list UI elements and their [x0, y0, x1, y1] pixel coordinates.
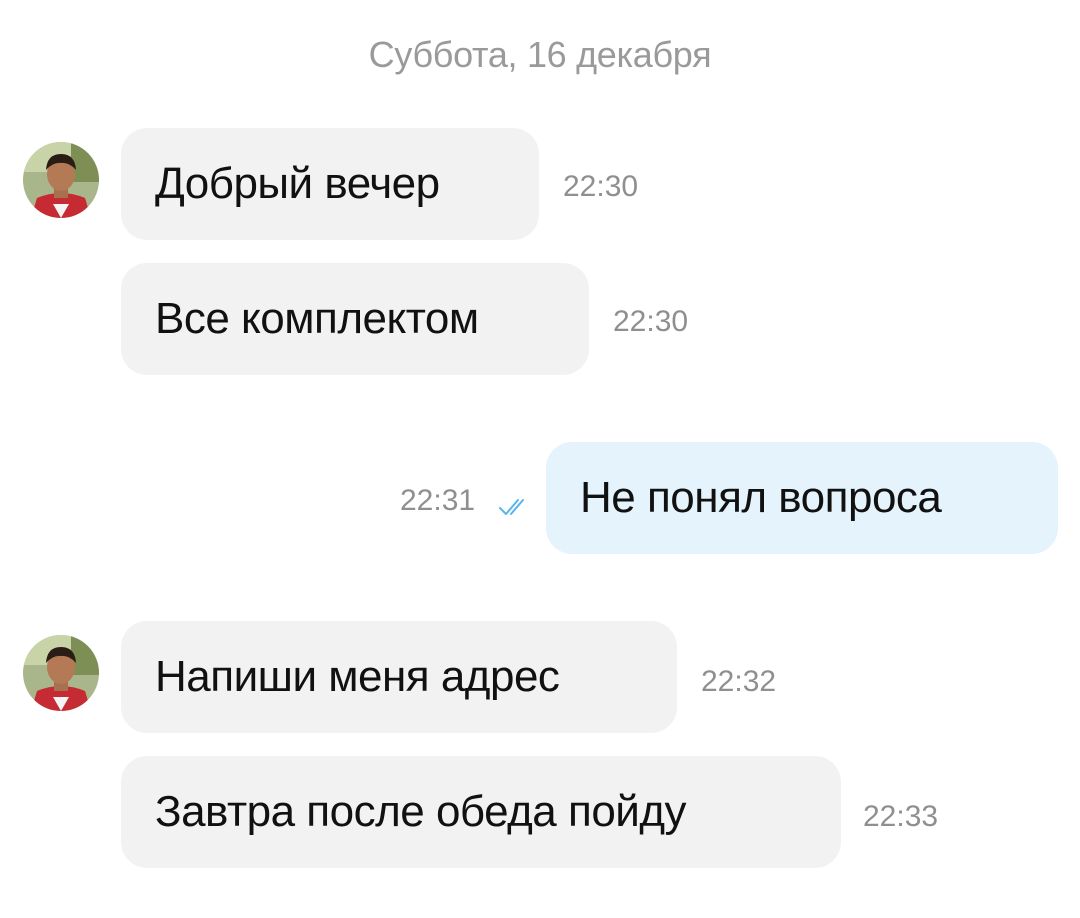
message-bubble-incoming[interactable]: Все комплектом [121, 263, 589, 375]
message-bubble-incoming[interactable]: Напиши меня адрес [121, 621, 677, 733]
message-text: Не понял вопроса [580, 473, 942, 522]
avatar-photo [23, 635, 99, 711]
message-time: 22:31 [400, 484, 476, 517]
sender-avatar[interactable] [23, 142, 99, 218]
double-check-icon [499, 499, 524, 515]
avatar-photo [23, 142, 99, 218]
message-text: Завтра после обеда пойду [155, 787, 687, 836]
message-text: Добрый вечер [155, 159, 440, 208]
message-time: 22:30 [563, 170, 639, 203]
date-separator: Суббота, 16 декабря [368, 34, 712, 75]
message-bubble-outgoing[interactable]: Не понял вопроса [546, 442, 1058, 554]
sender-avatar[interactable] [23, 635, 99, 711]
message-bubble-incoming[interactable]: Завтра после обеда пойду [121, 756, 841, 868]
message-text: Напиши меня адрес [155, 652, 560, 701]
message-bubble-incoming[interactable]: Добрый вечер [121, 128, 539, 240]
message-time: 22:32 [701, 665, 777, 698]
message-time: 22:30 [613, 305, 689, 338]
message-text: Все комплектом [155, 294, 479, 343]
message-time: 22:33 [863, 800, 939, 833]
